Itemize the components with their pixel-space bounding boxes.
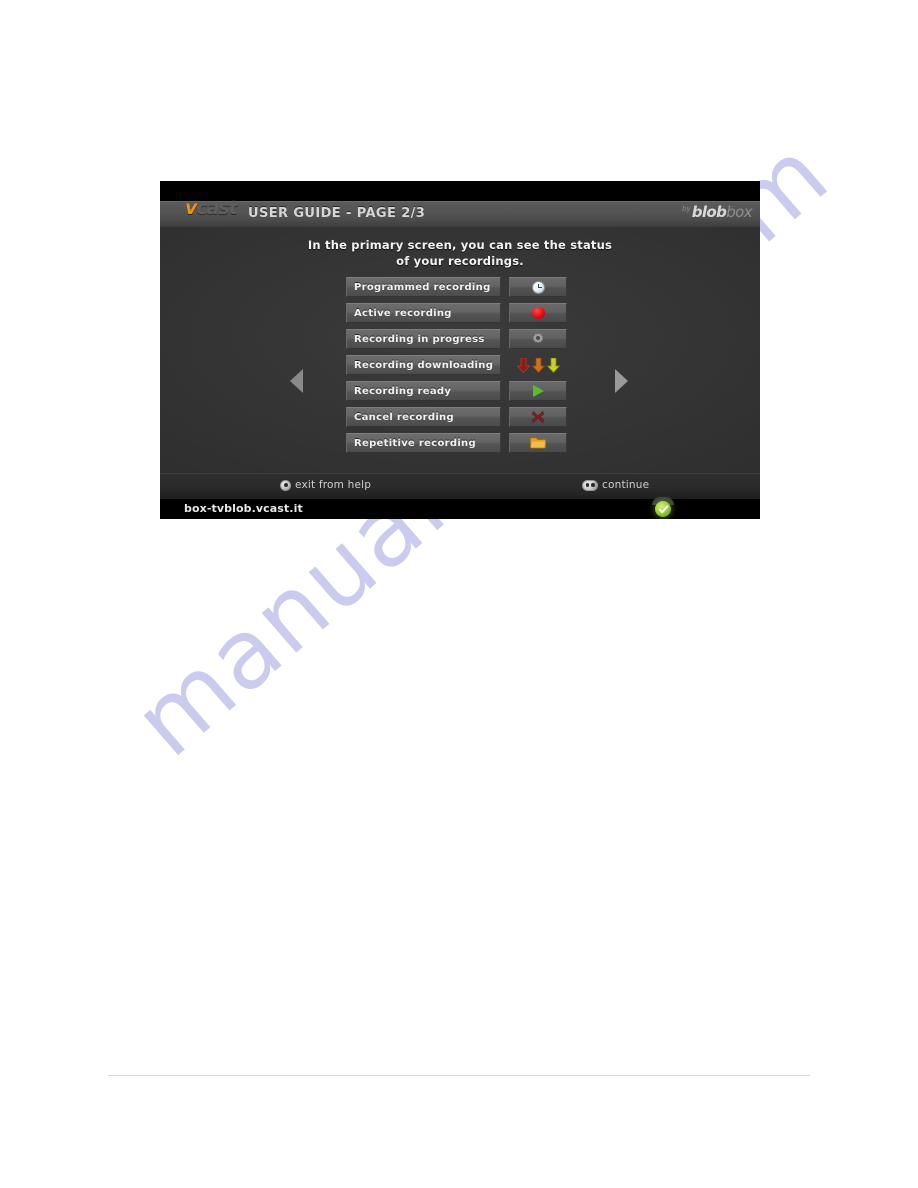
tv-body: In the primary screen, you can see the s… [160,227,760,473]
download-arrow-orange-icon [531,357,545,373]
tv-user-guide-screenshot: vcast USER GUIDE - PAGE 2/3 byblobbox In… [160,181,760,519]
page-title: USER GUIDE - PAGE 2/3 [248,206,426,221]
folder-icon [529,437,546,449]
previous-page-arrow-icon[interactable] [290,369,303,393]
blobbox-logo: byblobbox [682,203,753,221]
vcast-logo: vcast [185,197,238,219]
intro-line-2: of your recordings. [396,254,524,268]
status-icon-cell [509,303,567,323]
page-horizontal-rule [108,1075,810,1076]
download-arrows-icon [516,357,560,373]
list-item: Recording ready [346,381,571,401]
red-dot-icon [531,307,545,319]
list-item: Recording in progress [346,329,571,349]
exit-button-glyph-icon [280,479,291,491]
tv-status-bar: box-tvblob.vcast.it [160,497,760,519]
status-label: Recording in progress [346,329,501,349]
continue-button-glyph-icon [582,479,598,491]
vcast-logo-v: v [185,197,197,219]
list-item: Cancel recording [346,407,571,427]
status-icon-cell [509,381,567,401]
list-item: Programmed recording [346,277,571,297]
letterbox-top [160,181,760,201]
list-item: Repetitive recording [346,433,571,453]
tv-action-bar: exit from help continue [160,473,760,499]
next-page-arrow-icon[interactable] [615,369,628,393]
blobbox-by-label: by [682,205,691,213]
list-item: Recording downloading [346,355,571,375]
status-icon-cell [509,433,567,453]
list-item: Active recording [346,303,571,323]
status-icon-cell [509,407,567,427]
tv-header-bar: vcast USER GUIDE - PAGE 2/3 byblobbox [160,197,760,227]
continue-label: continue [602,479,650,491]
intro-text: In the primary screen, you can see the s… [160,237,760,269]
status-label: Recording ready [346,381,501,401]
gear-spinner-icon [531,332,545,346]
exit-from-help-button[interactable]: exit from help [280,479,371,491]
status-label: Cancel recording [346,407,501,427]
status-label: Active recording [346,303,501,323]
exit-from-help-label: exit from help [295,479,372,491]
clock-icon [531,280,545,294]
blobbox-name: blobbox [691,203,753,221]
x-cancel-icon [532,410,544,424]
intro-line-1: In the primary screen, you can see the s… [307,238,613,252]
download-arrow-red-icon [516,357,530,373]
status-label: Programmed recording [346,277,501,297]
play-icon [532,385,544,397]
status-icon-cell [509,329,567,349]
continue-button[interactable]: continue [582,479,649,491]
blobbox-name-light: box [726,203,752,221]
status-legend-list: Programmed recording Active recording Re… [346,277,571,459]
status-label: Repetitive recording [346,433,501,453]
status-label: Recording downloading [346,355,501,375]
status-icon-cell [509,355,567,375]
vcast-logo-cast: cast [196,197,237,219]
status-icon-cell [509,277,567,297]
device-url-text: box-tvblob.vcast.it [184,502,303,515]
green-check-icon [655,501,671,517]
download-arrow-yellow-icon [546,357,560,373]
blobbox-name-bold: blob [691,203,727,221]
